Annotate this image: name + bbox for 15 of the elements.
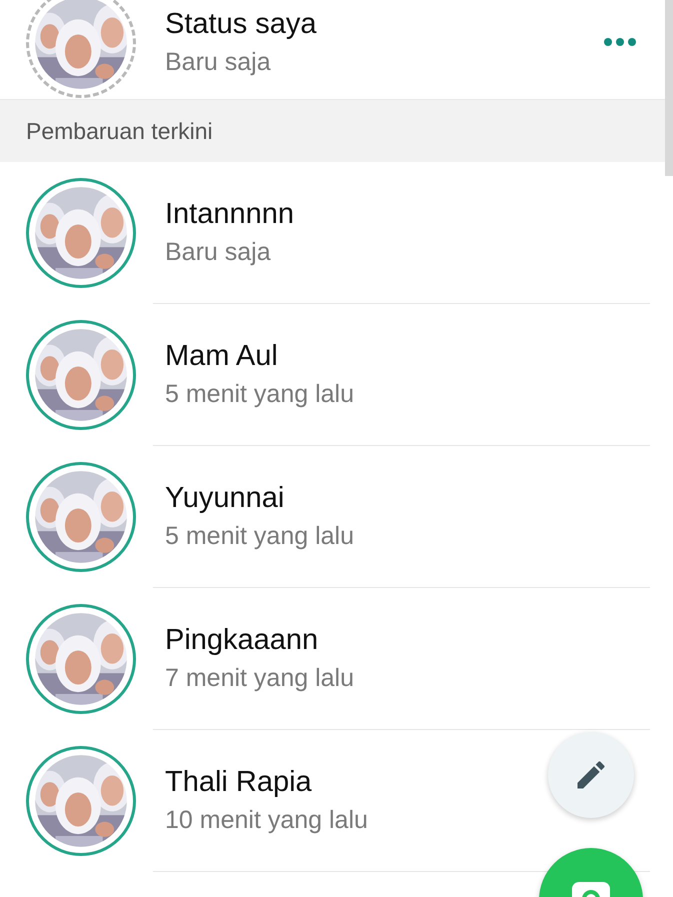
contact-name: Yuyunnai xyxy=(165,480,284,516)
contact-name: Intannnnn xyxy=(165,196,294,232)
contact-name: Pingkaaann xyxy=(165,622,318,658)
status-time: Baru saja xyxy=(165,236,271,268)
contact-name: Mam Aul xyxy=(165,338,278,374)
section-title: Pembaruan terkini xyxy=(26,116,213,146)
contact-name: Status saya xyxy=(165,6,317,42)
contact-name: Thali Rapia xyxy=(165,764,312,800)
pencil-button[interactable] xyxy=(548,732,634,818)
status-time: 5 menit yang lalu xyxy=(165,520,354,552)
status-time: 5 menit yang lalu xyxy=(165,378,354,410)
scrollbar[interactable] xyxy=(665,0,673,176)
status-time: Baru saja xyxy=(165,46,271,78)
status-time: 7 menit yang lalu xyxy=(165,662,354,694)
status-time: 10 menit yang lalu xyxy=(165,804,368,836)
